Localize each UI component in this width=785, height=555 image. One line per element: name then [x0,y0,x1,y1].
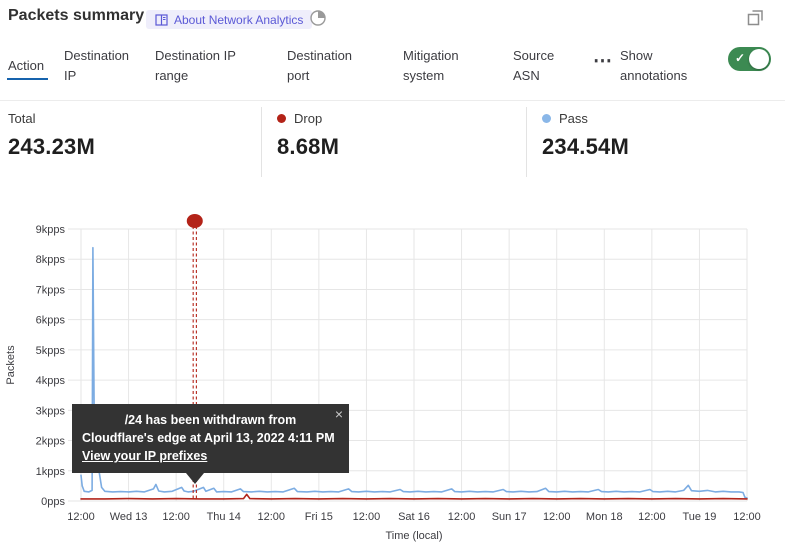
y-tick-label: 6kpps [36,315,66,327]
x-tick-label: 12:00 [67,511,95,523]
y-tick-label: 5kpps [36,345,66,357]
tooltip-arrow [186,473,204,484]
stat-divider [526,107,527,177]
x-tick-label: 12:00 [543,511,571,523]
tab-mitigation-system[interactable]: Mitigation system [403,46,481,86]
page-title: Packets summary [8,7,144,25]
stat-drop-label: Drop [294,111,322,126]
x-tick-label: Sun 17 [492,511,527,523]
stat-total-label: Total [8,111,35,126]
x-tick-label: 12:00 [353,511,381,523]
tab-destination-ip[interactable]: Destination IP [64,46,136,86]
y-tick-label: 9kpps [36,224,66,236]
y-axis-title: Packets [5,345,17,385]
tab-source-asn[interactable]: Source ASN [513,46,569,86]
x-tick-label: Thu 14 [207,511,241,523]
check-icon: ✓ [735,51,745,65]
more-tabs-icon[interactable]: ⋯ [593,50,613,73]
y-tick-label: 7kpps [36,284,66,296]
stat-divider [261,107,262,177]
stat-total: Total 243.23M [8,110,95,160]
x-tick-label: 12:00 [448,511,476,523]
x-tick-label: 12:00 [638,511,666,523]
x-tick-label: Tue 19 [683,511,717,523]
stats-top-divider [0,100,785,101]
tab-action[interactable]: Action [8,56,44,76]
x-tick-label: 12:00 [733,511,761,523]
toggle-knob [749,49,769,69]
y-tick-label: 4kpps [36,375,66,387]
popout-icon[interactable] [747,9,765,27]
tab-destination-ip-range[interactable]: Destination IP range [155,46,245,86]
x-tick-label: 12:00 [162,511,190,523]
about-network-analytics-badge[interactable]: About Network Analytics [146,10,312,29]
drop-legend-dot [277,114,286,123]
book-icon [155,14,168,26]
close-icon[interactable]: × [335,405,343,423]
view-ip-prefixes-link[interactable]: View your IP prefixes [82,447,207,465]
show-annotations-toggle[interactable]: ✓ [728,47,771,71]
stat-drop[interactable]: Drop 8.68M [277,110,339,160]
pass-legend-dot [542,114,551,123]
y-tick-label: 1kpps [36,466,66,478]
show-annotations-label: Show annotations [620,46,712,86]
y-tick-label: 0pps [41,496,65,508]
annotation-marker [187,214,203,228]
stat-drop-value: 8.68M [277,134,339,160]
y-tick-label: 3kpps [36,405,66,417]
packets-summary-panel: Packets summary About Network Analytics … [0,0,785,555]
y-tick-label: 8kpps [36,254,66,266]
stat-pass[interactable]: Pass 234.54M [542,110,629,160]
stat-total-value: 243.23M [8,134,95,160]
tab-destination-port[interactable]: Destination port [287,46,367,86]
tooltip-text-line2: Cloudflare's edge at April 13, 2022 4:11… [82,429,339,447]
annotation-tooltip: × /24 has been withdrawn from Cloudflare… [72,404,349,473]
x-axis-title: Time (local) [385,530,442,542]
time-period-icon[interactable] [309,9,327,27]
stat-pass-label: Pass [559,111,588,126]
tooltip-text-line1: /24 has been withdrawn from [82,411,339,429]
badge-label: About Network Analytics [174,13,303,27]
x-tick-label: Mon 18 [586,511,623,523]
y-tick-label: 2kpps [36,436,66,448]
x-tick-label: Fri 15 [305,511,333,523]
x-tick-label: Sat 16 [398,511,430,523]
active-tab-underline [7,78,48,80]
x-tick-label: 12:00 [258,511,286,523]
stat-pass-value: 234.54M [542,134,629,160]
x-tick-label: Wed 13 [110,511,148,523]
